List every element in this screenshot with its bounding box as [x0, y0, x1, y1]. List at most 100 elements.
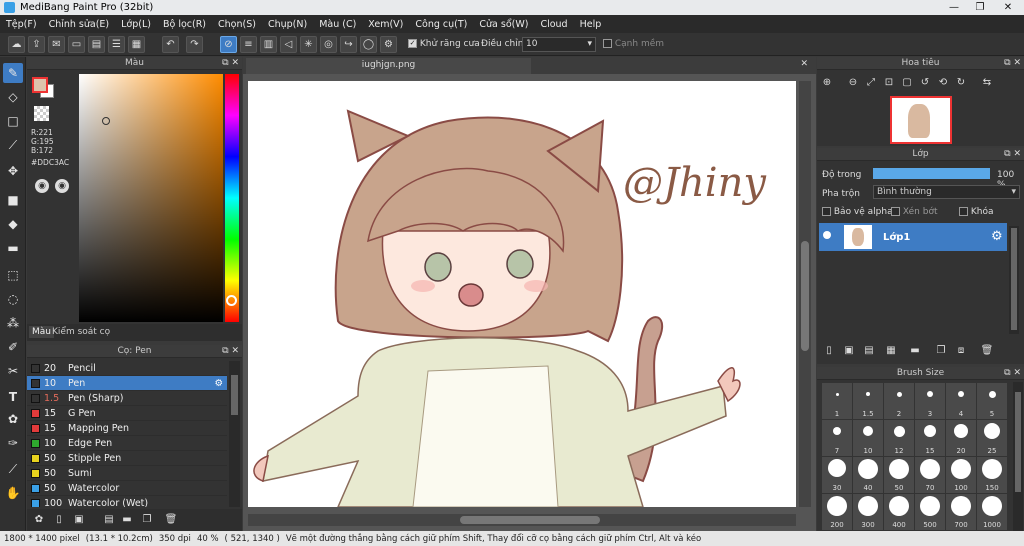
- trash-icon[interactable]: 🗑: [163, 512, 179, 527]
- protect-alpha-control[interactable]: Bảo vệ alpha: [822, 207, 893, 217]
- menu-select[interactable]: Chọn(S): [212, 19, 262, 30]
- move-tool-icon[interactable]: ✥: [3, 161, 23, 181]
- hue-slider[interactable]: [225, 74, 239, 322]
- menu-tools[interactable]: Công cụ(T): [409, 19, 473, 30]
- close-button[interactable]: ✕: [994, 0, 1022, 15]
- chat-icon[interactable]: ✉: [48, 36, 65, 53]
- settings-icon[interactable]: ⚙: [380, 36, 397, 53]
- layer-row[interactable]: Lớp1 ⚙: [819, 223, 1007, 251]
- brush-size-option[interactable]: 400: [884, 494, 914, 530]
- brush-size-option[interactable]: 70: [915, 457, 945, 493]
- cross-snap-icon[interactable]: ▥: [260, 36, 277, 53]
- brush-list-item[interactable]: 1.5 Pen (Sharp): [27, 391, 227, 406]
- brush-size-option[interactable]: 25: [977, 420, 1007, 456]
- grid-icon[interactable]: ▦: [128, 36, 145, 53]
- document-close-icon[interactable]: ✕: [800, 59, 808, 69]
- new-brush-icon[interactable]: ▯: [51, 512, 67, 527]
- brush-list-item[interactable]: 20 Pencil: [27, 361, 227, 376]
- brush-size-option[interactable]: 5: [977, 383, 1007, 419]
- zoom-in-icon[interactable]: ⊕: [819, 75, 835, 90]
- menu-cloud[interactable]: Cloud: [534, 19, 573, 30]
- lock-checkbox[interactable]: [959, 207, 968, 216]
- text-tool-icon[interactable]: T: [3, 387, 23, 407]
- main-color-swatch[interactable]: [32, 77, 48, 93]
- menu-edit[interactable]: Chỉnh sửa(E): [43, 19, 116, 30]
- concentric-snap-icon[interactable]: ◎: [320, 36, 337, 53]
- brush-size-option[interactable]: 300: [853, 494, 883, 530]
- brush-size-option[interactable]: 4: [946, 383, 976, 419]
- menu-file[interactable]: Tệp(F): [0, 19, 43, 30]
- vertical-scroll-thumb[interactable]: [801, 241, 809, 351]
- brush-size-option[interactable]: 100: [946, 457, 976, 493]
- add-layer-dropdown-icon[interactable]: ▦: [883, 343, 899, 358]
- parallel-snap-icon[interactable]: ≡: [240, 36, 257, 53]
- document-icon[interactable]: ▤: [88, 36, 105, 53]
- palette-add-icon[interactable]: ◉: [55, 179, 69, 193]
- brush-list-item[interactable]: 50 Stipple Pen: [27, 451, 227, 466]
- snap-off-icon[interactable]: ⊘: [220, 36, 237, 53]
- radial-snap-icon[interactable]: ✳: [300, 36, 317, 53]
- panel-float-close-icon[interactable]: ⧉ ✕: [1004, 148, 1021, 161]
- fit-icon[interactable]: ⤢: [863, 75, 879, 90]
- maximize-button[interactable]: ❐: [966, 0, 994, 15]
- balloon-tool-icon[interactable]: ✿: [3, 409, 23, 429]
- brush-list-scrollbar[interactable]: [229, 361, 240, 507]
- brush-list-item[interactable]: 100 Watercolor (Wet): [27, 496, 227, 507]
- message-icon[interactable]: ▭: [68, 36, 85, 53]
- folder-icon[interactable]: ▬: [119, 512, 135, 527]
- brush-size-option[interactable]: 200: [822, 494, 852, 530]
- panel-float-close-icon[interactable]: ⧉ ✕: [222, 57, 239, 70]
- brush-size-option[interactable]: 7: [822, 420, 852, 456]
- brush-size-option[interactable]: 50: [884, 457, 914, 493]
- brush-list-item[interactable]: 50 Sumi: [27, 466, 227, 481]
- brush-size-option[interactable]: 1: [822, 383, 852, 419]
- magic-wand-tool-icon[interactable]: ⁂: [3, 313, 23, 333]
- brush-size-option[interactable]: 12: [884, 420, 914, 456]
- brush-size-option[interactable]: 500: [915, 494, 945, 530]
- brush-size-option[interactable]: 700: [946, 494, 976, 530]
- transparent-color-swatch[interactable]: [34, 106, 49, 121]
- zoom-out-icon[interactable]: ⊖: [845, 75, 861, 90]
- add-brush-icon[interactable]: ▣: [71, 512, 87, 527]
- protect-alpha-checkbox[interactable]: [822, 207, 831, 216]
- brush-list-item[interactable]: 15 G Pen: [27, 406, 227, 421]
- layer-scrollbar[interactable]: [1009, 226, 1019, 334]
- clip-checkbox[interactable]: [891, 207, 900, 216]
- select-pen-tool-icon[interactable]: ✐: [3, 337, 23, 357]
- saturation-value-picker[interactable]: [79, 74, 223, 322]
- brush-settings-icon[interactable]: ⚙: [214, 378, 223, 389]
- select-eraser-tool-icon[interactable]: ✂: [3, 361, 23, 381]
- brush-size-option[interactable]: 40: [853, 457, 883, 493]
- eraser-tool-icon[interactable]: ◇: [3, 87, 23, 107]
- clip-control[interactable]: Xén bớt: [891, 207, 938, 217]
- panel-float-close-icon[interactable]: ⧉ ✕: [1004, 367, 1021, 380]
- full-view-icon[interactable]: ▢: [899, 75, 915, 90]
- scrollbar-thumb[interactable]: [231, 375, 238, 415]
- lasso-tool-icon[interactable]: ◌: [3, 289, 23, 309]
- brush-size-option[interactable]: 2: [884, 383, 914, 419]
- menu-color[interactable]: Màu (C): [313, 19, 362, 30]
- brush-settings-icon[interactable]: ✿: [31, 512, 47, 527]
- hand-tool-icon[interactable]: ✋: [3, 483, 23, 503]
- curve-snap-icon[interactable]: ↪: [340, 36, 357, 53]
- brush-size-option[interactable]: 20: [946, 420, 976, 456]
- select-rect-tool-icon[interactable]: ⬚: [3, 265, 23, 285]
- duplicate-icon[interactable]: ❐: [139, 512, 155, 527]
- opacity-slider[interactable]: [873, 168, 990, 179]
- document-tab[interactable]: iughjgn.png: [246, 58, 531, 74]
- vertical-scrollbar[interactable]: [799, 81, 811, 507]
- adjust-dropdown[interactable]: 10 ▾: [522, 37, 596, 52]
- brush-list-item[interactable]: 50 Watercolor: [27, 481, 227, 496]
- merge-layer-icon[interactable]: ⧈: [953, 343, 969, 358]
- line-tool-icon[interactable]: ⟋: [3, 135, 23, 155]
- layer-settings-icon[interactable]: ⚙: [991, 229, 1003, 244]
- list-icon[interactable]: ☰: [108, 36, 125, 53]
- menu-filter[interactable]: Bộ lọc(R): [157, 19, 212, 30]
- new-layer-icon[interactable]: ▯: [821, 343, 837, 358]
- flip-icon[interactable]: ⇆: [979, 75, 995, 90]
- brush-size-option[interactable]: 10: [853, 420, 883, 456]
- fill-shape-tool-icon[interactable]: ■: [3, 190, 23, 210]
- bucket-tool-icon[interactable]: ◆: [3, 214, 23, 234]
- actual-size-icon[interactable]: ⊡: [881, 75, 897, 90]
- panel-float-close-icon[interactable]: ⧉ ✕: [1004, 57, 1021, 70]
